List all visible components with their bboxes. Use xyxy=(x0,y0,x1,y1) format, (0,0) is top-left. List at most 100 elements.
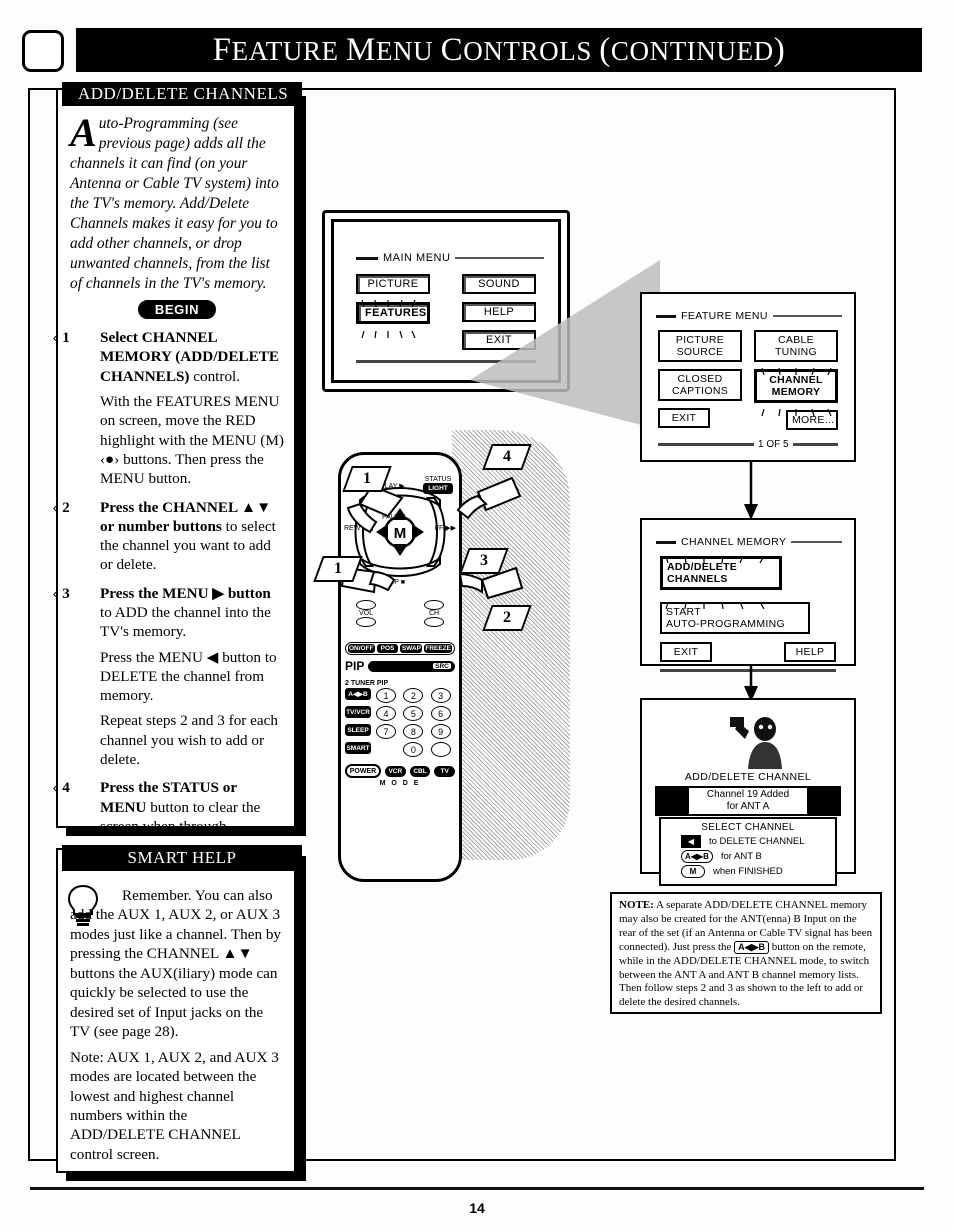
remote-two-tuner-label: 2 TUNER PIP xyxy=(345,680,389,687)
highlight-sparks-top xyxy=(356,294,430,308)
remote-key-6[interactable]: 6 xyxy=(430,706,451,721)
adc-row-ant-b: A◀▶B for ANT B xyxy=(681,850,829,863)
remote-keypad-section: 2 TUNER PIP A◀▶B TV/VCR SLEEP SMART 1 2 … xyxy=(345,680,456,787)
channel-memory-help-button[interactable]: HELP xyxy=(784,642,836,663)
feature-menu-picture-source-button[interactable]: PICTURE SOURCE xyxy=(658,330,742,363)
feature-menu-closed-captions-button[interactable]: CLOSED CAPTIONS xyxy=(658,369,742,402)
step-2: 2 Press the CHANNEL ▲▼ or number buttons… xyxy=(62,498,284,575)
remote-mode-cbl-button[interactable]: CBL xyxy=(409,765,431,777)
step-4-text: Press the STATUS or MENU button to clear… xyxy=(100,778,284,836)
step-3-lead: Press the MENU ▶ button xyxy=(100,584,271,602)
step-3-extra-2: Repeat steps 2 and 3 for each channel yo… xyxy=(100,712,278,769)
remote-pip-src-button[interactable]: SRC xyxy=(432,662,452,670)
add-delete-heading-text: ADD/DELETE CHANNELS xyxy=(78,84,289,103)
remote-key-9[interactable]: 9 xyxy=(430,724,451,739)
remote-key-5[interactable]: 5 xyxy=(403,706,424,721)
adc-select-list: SELECT CHANNEL ◀ to DELETE CHANNEL A◀▶B … xyxy=(659,817,837,886)
remote-mode-tv-button[interactable]: TV xyxy=(434,765,456,777)
add-delete-channel-screen: ADD/DELETE CHANNEL Channel 19 Added for … xyxy=(640,698,856,886)
feature-menu-title: FEATURE MENU xyxy=(681,310,768,322)
remote-ff-label: FF ▶▶ xyxy=(434,525,456,532)
step-1-extra: With the FEATURES MENU on screen, move t… xyxy=(100,393,284,488)
step-3: 3 Press the MENU ▶ button to ADD the cha… xyxy=(62,584,284,770)
remote-volume-rocker[interactable]: VOL xyxy=(352,600,380,627)
main-menu-osd: MAIN MENU PICTURE FEATURES SOUND HELP EX… xyxy=(342,230,550,372)
lightbulb-icon xyxy=(67,884,99,926)
remote-key-3[interactable]: 3 xyxy=(430,688,451,703)
page-header: FEATURE MENU CONTROLS (CONTINUED) xyxy=(22,28,922,74)
main-menu-title: MAIN MENU xyxy=(383,252,451,264)
adc-banner-line-1: Channel 19 Added xyxy=(706,789,790,800)
step-3-rest: to ADD the channel into the TV's memory. xyxy=(100,604,271,641)
remote-pip-section: ON/OFF POS SWAP FREEZE PIP SRC xyxy=(345,642,455,673)
header-bar: FEATURE MENU CONTROLS (CONTINUED) xyxy=(76,28,922,72)
main-menu-sound-button[interactable]: SOUND xyxy=(462,274,536,294)
feature-menu-cable-tuning-button[interactable]: CABLE TUNING xyxy=(754,330,838,363)
svg-text:M: M xyxy=(394,525,407,542)
main-menu-exit-button[interactable]: EXIT xyxy=(462,330,536,350)
remote-status-light-button[interactable]: STATUS LIGHT xyxy=(423,476,453,494)
remote-smart-button[interactable]: SMART xyxy=(345,742,371,754)
adc-row-delete-text: to DELETE CHANNEL xyxy=(709,836,805,847)
step-1-text: Select CHANNEL MEMORY (ADD/DELETE CHANNE… xyxy=(100,328,284,386)
person-with-camera-icon xyxy=(730,717,782,769)
note-label: NOTE: xyxy=(619,899,654,911)
remote-stop-label: STOP ■ xyxy=(380,579,405,586)
remote-mode-label: M O D E xyxy=(379,780,421,787)
channel-memory-exit-button[interactable]: EXIT xyxy=(660,642,712,663)
remote-pip-freeze-button[interactable]: FREEZE xyxy=(424,644,452,653)
remote-vol-label: VOL xyxy=(358,610,373,617)
intro-dropcap: A xyxy=(70,110,97,155)
remote-key-0[interactable]: 0 xyxy=(403,742,424,757)
cm-highlight-sparks-top xyxy=(660,550,782,564)
smart-help-heading: SMART HELP xyxy=(62,845,302,871)
step-4: 4 Press the STATUS or MENU button to cle… xyxy=(62,778,284,836)
remote-ant-switch-button[interactable]: A◀▶B xyxy=(345,688,371,700)
step-3-number: 3 xyxy=(54,584,88,604)
feature-menu-exit-button[interactable]: EXIT xyxy=(658,408,710,429)
remote-key-2[interactable]: 2 xyxy=(403,688,424,703)
adc-row-finished: M when FINISHED xyxy=(681,865,829,878)
step-1-number: 1 xyxy=(54,328,88,348)
remote-mode-vcr-button[interactable]: VCR xyxy=(385,765,406,777)
feature-menu-screen: FEATURE MENU PICTURE SOURCE CLOSED CAPTION… xyxy=(640,292,856,462)
remote-power-button[interactable]: POWER xyxy=(345,764,381,778)
feature-highlight-sparks-top xyxy=(754,362,838,376)
remote-rew-label: REW ◀◀ xyxy=(344,525,374,532)
page-title: FEATURE MENU CONTROLS (CONTINUED) xyxy=(212,31,786,68)
begin-badge: BEGIN xyxy=(138,300,216,320)
channel-memory-screen: CHANNEL MEMORY ADD/DELETE CHANNELS START… xyxy=(640,518,856,673)
smart-help-paragraph-1: Remember. You can also add the AUX 1, AU… xyxy=(70,887,282,1041)
feature-highlight-sparks-bottom xyxy=(754,403,838,417)
step-2-text: Press the CHANNEL ▲▼ or number buttons t… xyxy=(100,498,284,575)
remote-key-8[interactable]: 8 xyxy=(403,724,424,739)
adc-row-delete: ◀ to DELETE CHANNEL xyxy=(681,835,829,848)
remote-key-4[interactable]: 4 xyxy=(376,706,396,721)
adc-row-ant-b-text: for ANT B xyxy=(720,851,762,862)
step-3-text: Press the MENU ▶ button to ADD the chann… xyxy=(100,584,284,642)
remote-key-7[interactable]: 7 xyxy=(376,724,396,739)
main-menu-help-button[interactable]: HELP xyxy=(462,302,536,322)
menu-key-icon: M xyxy=(681,865,705,878)
ant-switch-key-icon: A◀▶B xyxy=(681,850,713,863)
remote-key-1[interactable]: 1 xyxy=(376,688,396,703)
step-1: 1 Select CHANNEL MEMORY (ADD/DELETE CHAN… xyxy=(62,328,284,488)
channel-memory-title: CHANNEL MEMORY xyxy=(681,536,787,548)
remote-sleep-button[interactable]: SLEEP xyxy=(345,724,371,736)
remote-channel-rocker[interactable]: CH xyxy=(420,600,448,627)
remote-pip-pos-button[interactable]: POS xyxy=(376,644,399,653)
step-1-rest: control. xyxy=(189,367,241,385)
main-menu-picture-button[interactable]: PICTURE xyxy=(356,274,430,294)
remote-pip-onoff-button[interactable]: ON/OFF xyxy=(348,644,375,653)
remote-tv-vcr-button[interactable]: TV/VCR xyxy=(345,706,371,718)
smart-help-body: Remember. You can also add the AUX 1, AU… xyxy=(56,880,296,1164)
remote-control: M PLAY ▶ REW ◀◀ FF ▶▶ PAUSE STOP ■ STATU… xyxy=(338,452,462,882)
page-number: 14 xyxy=(469,1200,485,1216)
footer-rule xyxy=(30,1187,924,1190)
feature-menu-page-indicator: 1 OF 5 xyxy=(758,439,789,451)
adc-title: ADD/DELETE CHANNEL xyxy=(684,771,812,783)
remote-ch-label: CH xyxy=(428,610,440,617)
remote-pip-swap-button[interactable]: SWAP xyxy=(400,644,423,653)
remote-key-dash[interactable] xyxy=(430,742,451,757)
adc-list-title: SELECT CHANNEL xyxy=(701,822,795,833)
